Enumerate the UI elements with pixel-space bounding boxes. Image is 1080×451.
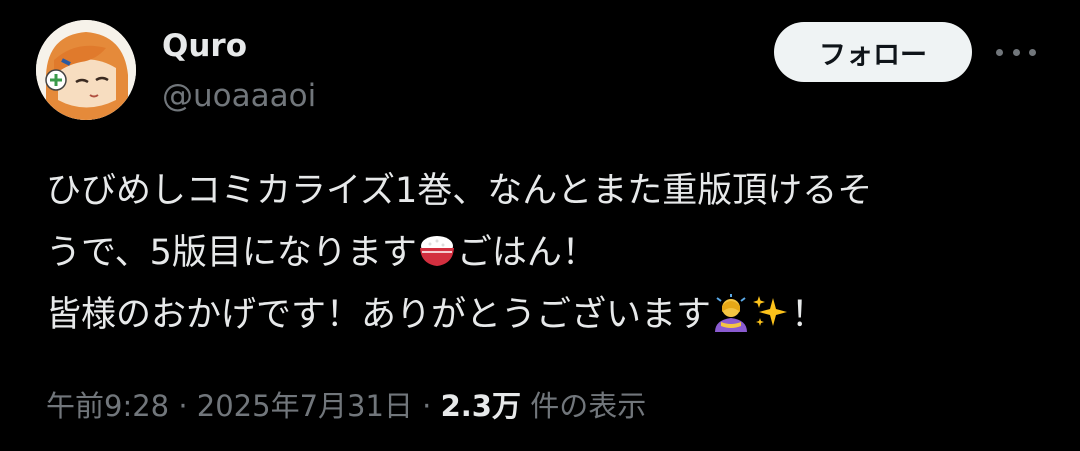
person-bowing-icon: [715, 294, 748, 332]
tweet-time[interactable]: 午前9:28: [46, 389, 169, 423]
tweet-line-3: 皆様のおかげです！ありがとうございます ！: [46, 284, 1046, 346]
sparkles-icon: [753, 296, 788, 326]
rice-bowl-icon: [419, 236, 454, 266]
avatar[interactable]: [36, 20, 136, 120]
more-dot: [1029, 48, 1036, 56]
meta-separator: ·: [422, 389, 432, 423]
tweet-line-3-end: ！: [791, 295, 827, 335]
display-name[interactable]: Quro: [162, 26, 247, 66]
user-handle[interactable]: @uoaaaoi: [162, 76, 316, 116]
tweet-card: Quro @uoaaaoi フォロー ひびめしコミカライズ1巻、なんとまた重版頂…: [0, 0, 1080, 451]
tweet-line-2-text: うで、5版目になります: [46, 233, 417, 273]
views-count[interactable]: 2.3万: [441, 389, 521, 423]
avatar-image: [36, 20, 136, 120]
tweet-text: ひびめしコミカライズ1巻、なんとまた重版頂けるそ うで、5版目になります ごはん…: [46, 160, 1046, 346]
more-horizontal-icon[interactable]: [996, 38, 1036, 66]
tweet-line-3-text: 皆様のおかげです！ありがとうございます: [46, 295, 712, 335]
more-dot: [1012, 48, 1020, 56]
tweet-line-2: うで、5版目になります ごはん！: [46, 222, 1046, 284]
follow-button[interactable]: フォロー: [774, 22, 972, 82]
tweet-meta: 午前9:28 · 2025年7月31日 · 2.3万 件の表示: [46, 386, 646, 426]
views-label[interactable]: 件の表示: [530, 389, 646, 423]
meta-separator: ·: [178, 389, 188, 423]
more-dot: [996, 48, 1003, 56]
tweet-line-1: ひびめしコミカライズ1巻、なんとまた重版頂けるそ: [46, 171, 873, 211]
tweet-date[interactable]: 2025年7月31日: [197, 389, 413, 423]
tweet-line-2-end: ごはん！: [456, 233, 597, 273]
